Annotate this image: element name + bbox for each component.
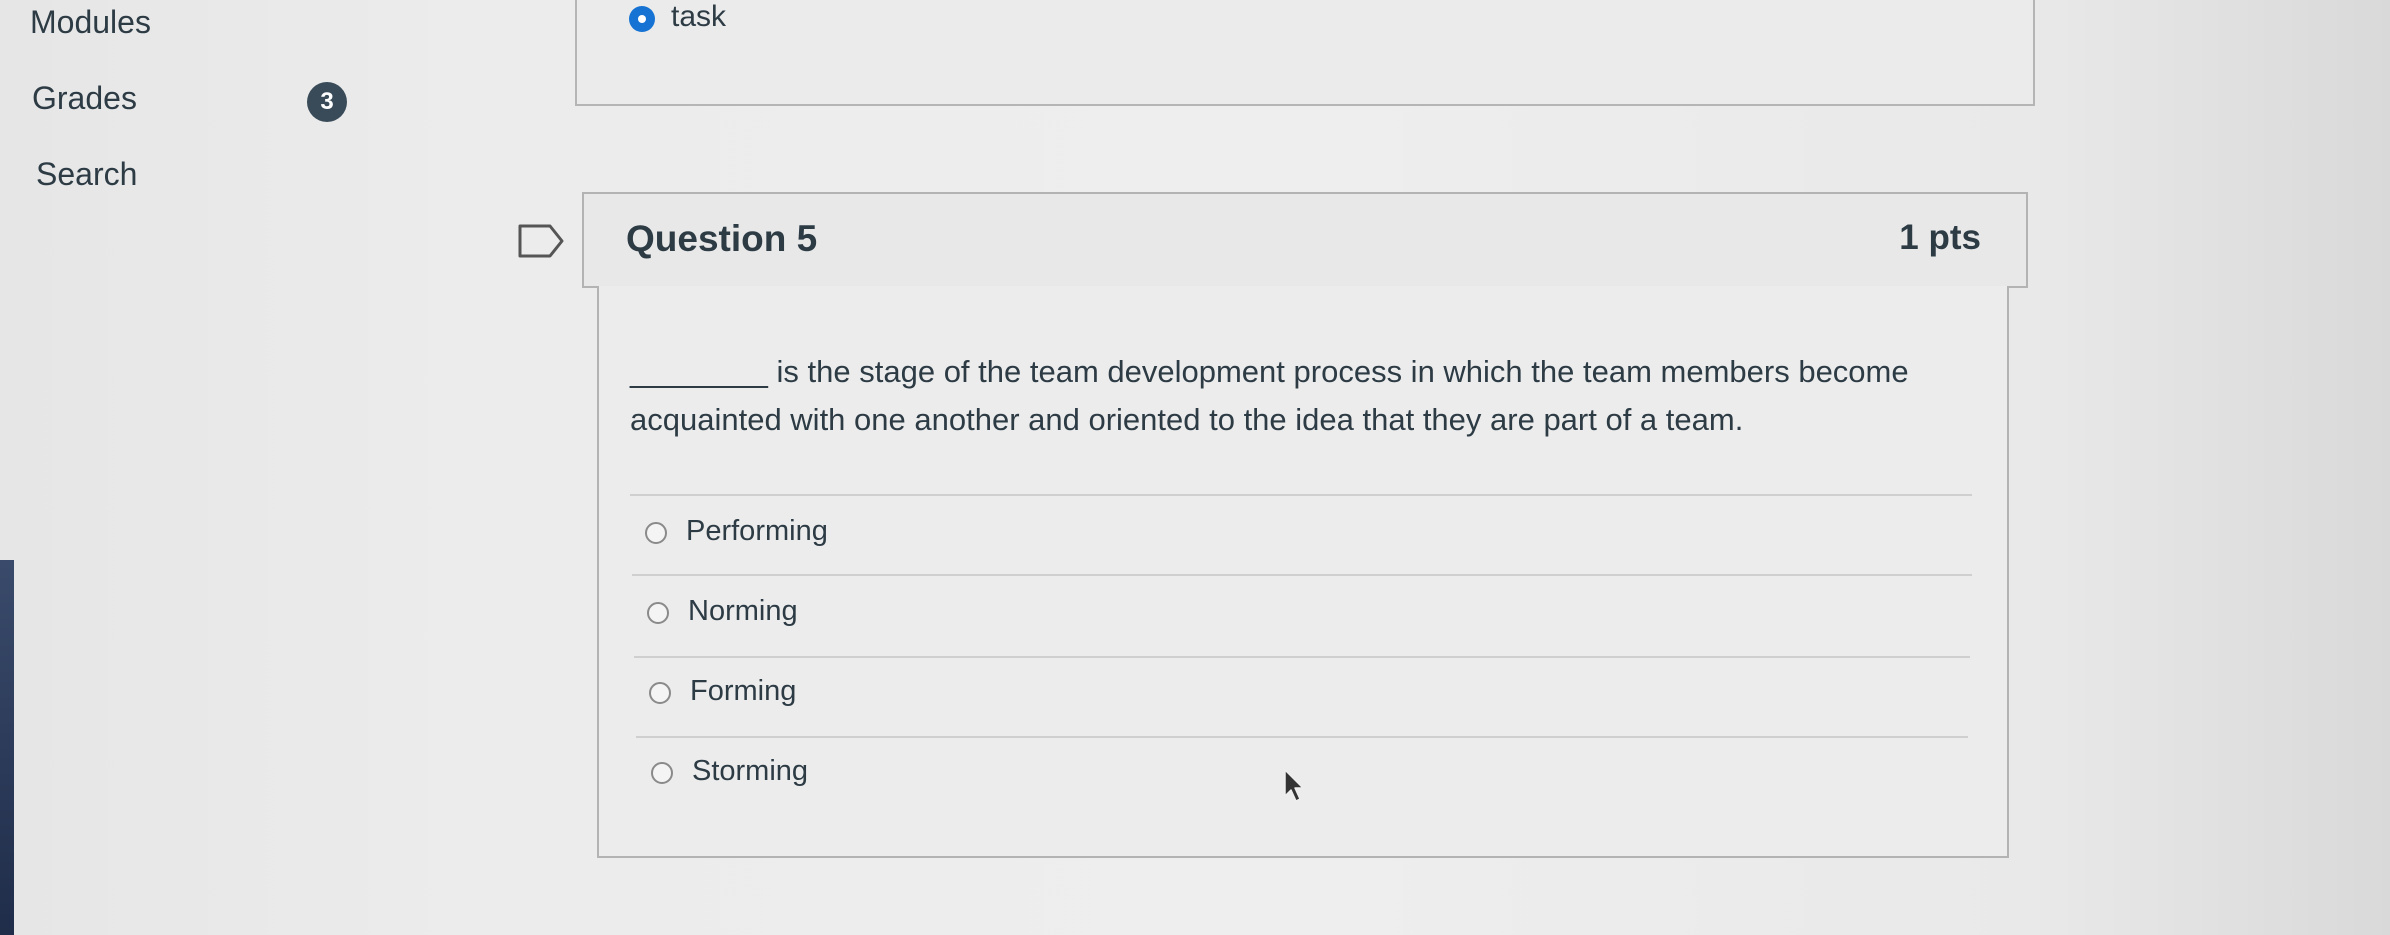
answer-radio-performing[interactable]: [645, 522, 667, 544]
answer-divider: [630, 494, 1972, 496]
answer-radio-forming[interactable]: [649, 682, 671, 704]
selected-radio-button[interactable]: [629, 6, 655, 32]
question-text: ________ is the stage of the team develo…: [630, 354, 1909, 437]
answer-divider: [632, 574, 1972, 576]
question-points: 1 pts: [1899, 218, 1981, 257]
grades-count-badge: 3: [307, 82, 347, 122]
flag-question-icon[interactable]: [518, 224, 564, 263]
answer-label-storming[interactable]: Storming: [692, 755, 808, 788]
nav-item-modules[interactable]: Modules: [30, 4, 151, 41]
previous-question-answers: [575, 0, 2035, 106]
question-title: Question 5: [626, 218, 818, 259]
nav-item-grades[interactable]: Grades: [32, 80, 137, 117]
previous-answer-label: task: [671, 0, 727, 33]
answer-divider: [634, 656, 1970, 658]
nav-item-search[interactable]: Search: [36, 156, 137, 193]
answer-label-performing[interactable]: Performing: [686, 515, 828, 548]
answer-label-norming[interactable]: Norming: [688, 595, 798, 628]
answer-divider: [636, 736, 1968, 738]
mouse-cursor-icon: [1283, 768, 1307, 809]
answer-label-forming[interactable]: Forming: [690, 675, 796, 708]
answer-radio-storming[interactable]: [651, 762, 673, 784]
answer-radio-norming[interactable]: [647, 602, 669, 624]
desktop-edge: [0, 560, 14, 935]
